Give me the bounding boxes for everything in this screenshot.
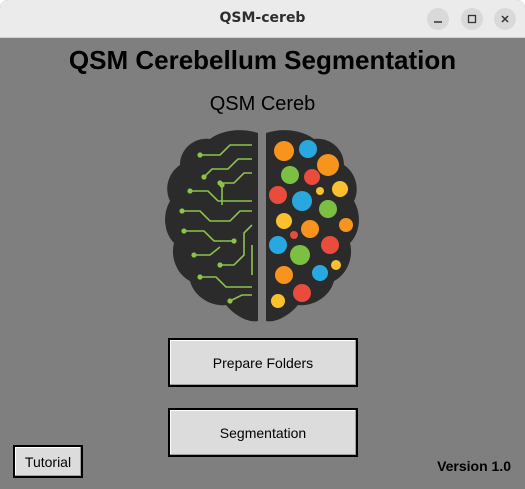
close-icon [501, 15, 509, 23]
minimize-icon [434, 21, 442, 23]
brain-icon [165, 130, 359, 322]
version-label: Version 1.0 [437, 458, 511, 474]
title-bar[interactable]: QSM-cereb [0, 0, 525, 38]
minimize-button[interactable] [427, 8, 449, 30]
maximize-button[interactable] [461, 8, 483, 30]
close-button[interactable] [494, 8, 516, 30]
segmentation-button[interactable]: Segmentation [168, 408, 358, 457]
app-subtitle: QSM Cereb [209, 93, 316, 115]
maximize-icon [467, 14, 477, 24]
app-window: QSM-cereb QSM Cerebellum Segmentation QS… [0, 0, 525, 489]
prepare-folders-button[interactable]: Prepare Folders [168, 338, 358, 387]
page-title: QSM Cerebellum Segmentation [68, 45, 457, 75]
tutorial-button[interactable]: Tutorial [13, 445, 83, 478]
